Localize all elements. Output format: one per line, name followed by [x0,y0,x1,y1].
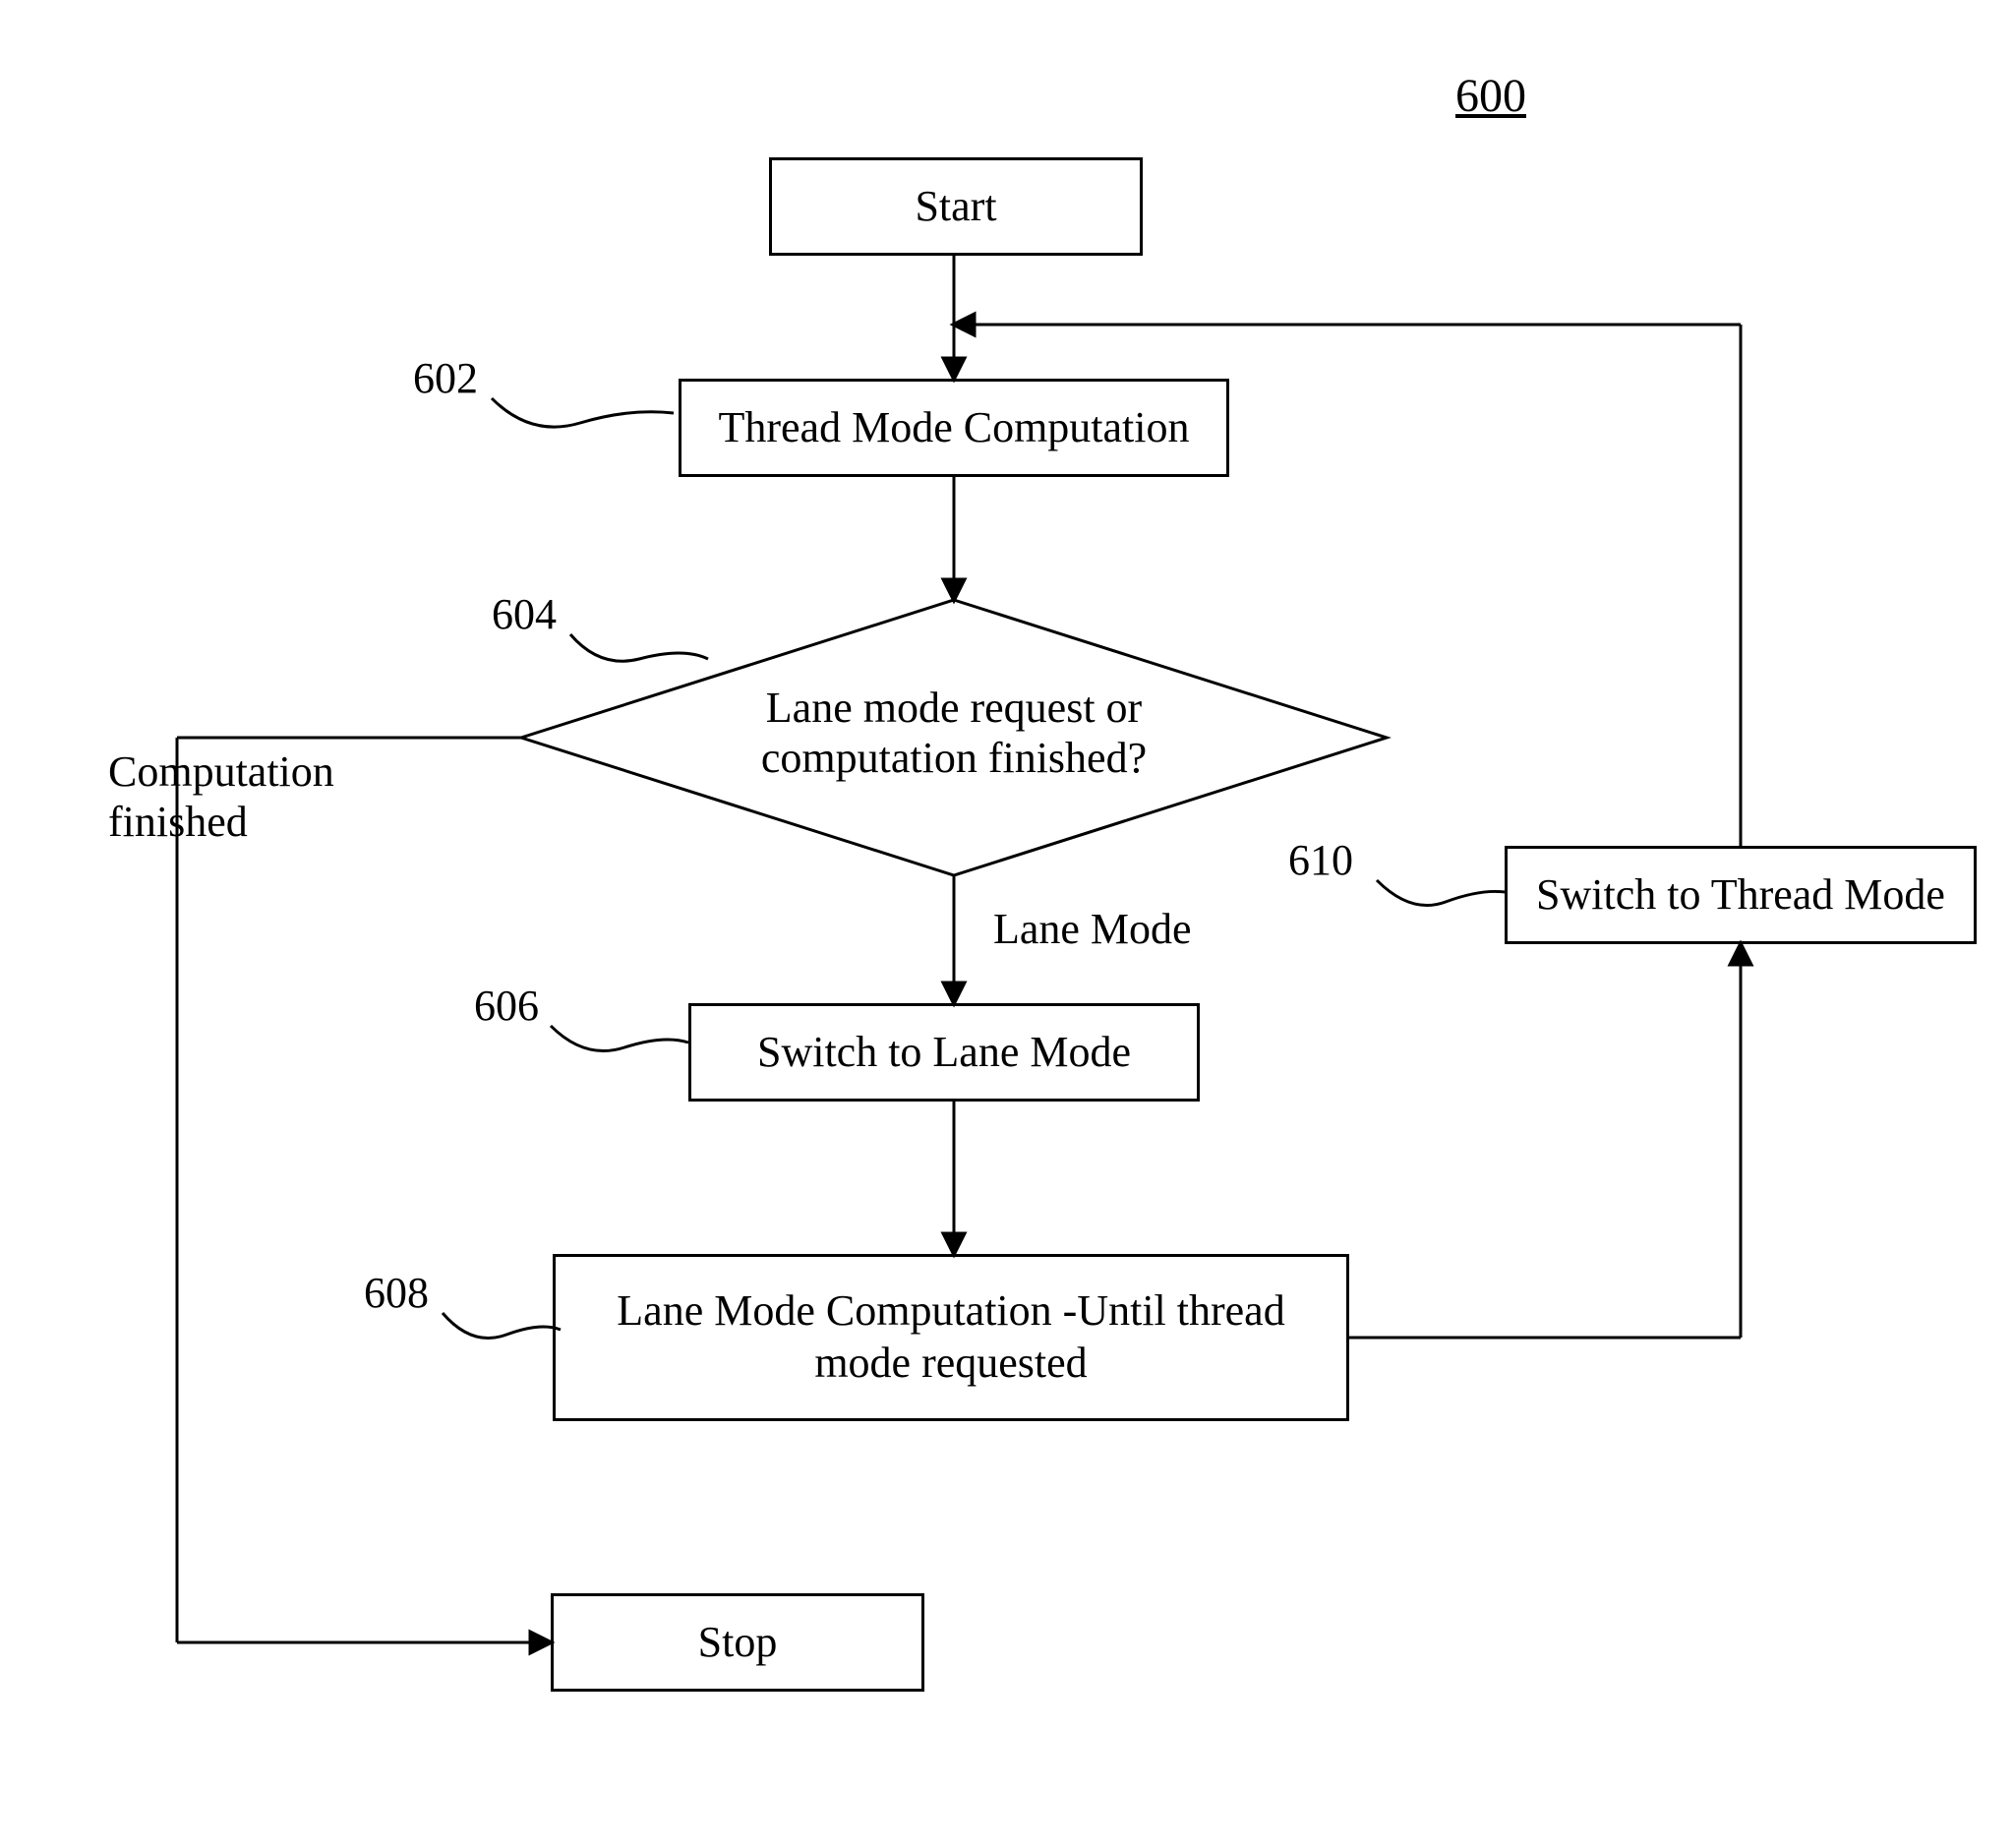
squiggle-606 [551,1026,688,1051]
flowchart-canvas: 600 Start Thread Mode Computation Switch… [0,0,2014,1848]
callout-610: 610 [1288,836,1353,886]
squiggle-602 [492,398,674,427]
callout-606: 606 [474,982,539,1032]
edge-label-lane-mode: Lane Mode [993,905,1229,955]
start-box: Start [769,157,1143,256]
switch-to-thread-mode-box: Switch to Thread Mode [1505,846,1977,944]
decision-text: Lane mode request or computation finishe… [708,684,1200,783]
squiggle-610 [1377,880,1505,906]
callout-602: 602 [413,354,478,404]
lane-mode-computation-box: Lane Mode Computation -Until thread mode… [553,1254,1349,1421]
stop-box: Stop [551,1593,924,1692]
squiggle-608 [443,1313,561,1339]
edge-label-computation-finished: Computation finished [108,747,384,847]
callout-604: 604 [492,590,557,640]
callout-608: 608 [364,1269,429,1319]
figure-ref: 600 [1455,69,1526,123]
squiggle-604 [570,634,708,661]
switch-to-lane-mode-box: Switch to Lane Mode [688,1003,1200,1102]
thread-mode-computation-box: Thread Mode Computation [679,379,1229,477]
